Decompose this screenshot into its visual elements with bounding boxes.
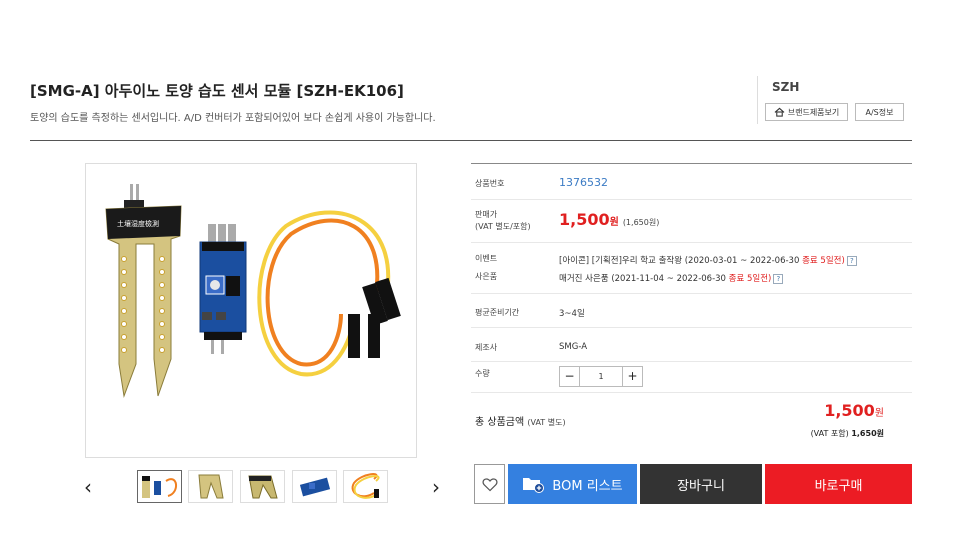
row-divider	[471, 361, 912, 362]
info-top-divider	[471, 163, 912, 164]
thumbnail-full-kit-image	[142, 476, 177, 498]
thumbnail-2[interactable]	[188, 470, 233, 503]
total-price-unit: 원	[874, 408, 884, 419]
gallery-prev-button[interactable]: ‹	[84, 477, 92, 497]
prep-time-label: 평균준비기간	[475, 308, 520, 317]
thumbnail-5[interactable]	[343, 470, 388, 503]
as-info-button[interactable]: A/S정보	[855, 103, 904, 121]
gift-help-icon[interactable]: ?	[773, 273, 784, 284]
quantity-plus-button[interactable]: +	[622, 366, 643, 387]
prep-time-value: 3~4일	[559, 309, 585, 319]
thumbnail-probe-image	[198, 474, 224, 499]
gift-end-badge: 종료 5일전)	[728, 274, 772, 284]
gift-description: 매거진 사은품 (2021-11-04 ~ 2022-06-30	[559, 274, 729, 284]
price-display: 1,500원 (1,650원)	[559, 210, 659, 229]
home-icon	[774, 107, 785, 117]
price-vat: (1,650원)	[622, 218, 660, 227]
row-divider	[471, 242, 912, 243]
quantity-minus-button[interactable]: −	[559, 366, 580, 387]
product-subtitle: 토양의 습도를 측정하는 센서입니다. A/D 컨버터가 포함되어있어 보다 손…	[30, 113, 436, 124]
thumbnail-3[interactable]	[240, 470, 285, 503]
total-label: 총 상품금액 (VAT 별도)	[475, 413, 566, 428]
quantity-label: 수량	[475, 369, 490, 378]
bom-list-button[interactable]: BOM 리스트	[508, 464, 637, 504]
total-label-vat: (VAT 별도)	[527, 418, 566, 427]
total-vat: (VAT 포함) 1,650원	[811, 428, 884, 439]
row-divider	[471, 199, 912, 200]
event-label: 이벤트	[475, 254, 498, 263]
gift-label: 사은품	[475, 272, 498, 281]
event-help-icon[interactable]: ?	[846, 255, 857, 266]
main-product-image: 土壤湿度檢測	[85, 163, 417, 458]
gift-text: 매거진 사은품 (2021-11-04 ~ 2022-06-30 종료 5일전)…	[559, 272, 784, 284]
total-vat-prefix: (VAT 포함)	[810, 429, 849, 438]
brand-divider	[757, 76, 758, 124]
brand-products-label: 브랜드제품보기	[787, 107, 840, 117]
total-vat-price: 1,650원	[851, 429, 884, 438]
thumbnail-1[interactable]	[137, 470, 182, 503]
product-number: 1376532	[559, 176, 608, 189]
price-unit: 원	[609, 217, 619, 228]
soil-sensor-illustration: 土壤湿度檢測	[105, 184, 401, 398]
probe-label: 土壤湿度檢測	[117, 219, 159, 228]
thumbnail-cable-image	[351, 473, 380, 499]
quantity-stepper: − +	[559, 366, 643, 387]
heart-icon	[481, 477, 498, 491]
row-divider	[471, 392, 912, 393]
brand-name: SZH	[772, 80, 800, 94]
gallery-next-button[interactable]: ›	[432, 477, 440, 497]
total-price: 1,500원	[824, 401, 884, 420]
folder-add-icon	[523, 478, 545, 493]
product-number-label: 상품번호	[475, 179, 505, 188]
row-divider	[471, 293, 912, 294]
price-label: 판매가 (VAT 별도/포함)	[475, 209, 531, 233]
price-label-line1: 판매가	[475, 210, 498, 219]
maker-value: SMG-A	[559, 342, 588, 352]
add-to-cart-button[interactable]: 장바구니	[640, 464, 762, 504]
product-title: [SMG-A] 아두이노 토양 습도 센서 모듈 [SZH-EK106]	[30, 82, 404, 100]
bom-list-label: BOM 리스트	[552, 478, 623, 494]
thumbnail-4[interactable]	[292, 470, 337, 503]
maker-label: 제조사	[475, 343, 498, 352]
quantity-input[interactable]	[580, 366, 622, 387]
event-description: [아이콘] [기획전]우리 학교 출작왕 (2020-03-01 ~ 2022-…	[559, 256, 803, 266]
header-divider	[30, 140, 912, 141]
row-divider	[471, 327, 912, 328]
thumbnail-module-image	[299, 477, 331, 497]
total-label-text: 총 상품금액	[475, 417, 525, 428]
event-text: [아이콘] [기획전]우리 학교 출작왕 (2020-03-01 ~ 2022-…	[559, 254, 857, 266]
buy-now-button[interactable]: 바로구매	[765, 464, 912, 504]
price-label-line2: (VAT 별도/포함)	[475, 222, 531, 231]
event-end-badge: 종료 5일전)	[802, 256, 845, 266]
price-value: 1,500	[559, 210, 610, 229]
thumbnail-probe-back-image	[248, 475, 278, 499]
total-price-value: 1,500	[824, 401, 875, 420]
wishlist-button[interactable]	[474, 464, 505, 504]
brand-products-button[interactable]: 브랜드제품보기	[765, 103, 848, 121]
